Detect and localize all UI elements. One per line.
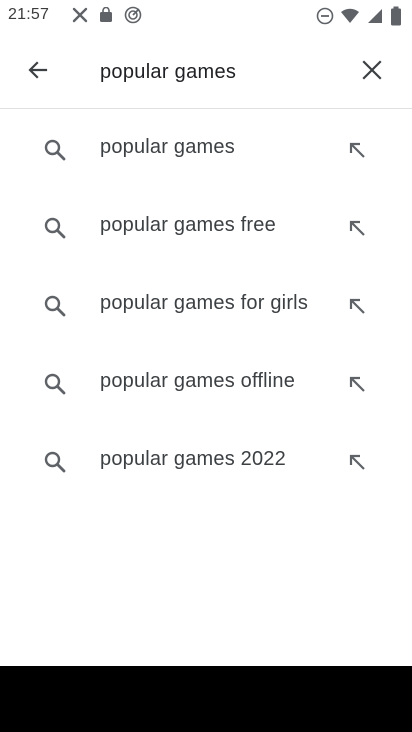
clear-search-button[interactable] <box>348 48 396 96</box>
search-bar <box>0 36 412 109</box>
system-navigation-bar <box>0 666 412 732</box>
suggestion-item[interactable]: popular games offline <box>0 344 412 422</box>
search-input[interactable] <box>100 54 340 90</box>
search-icon <box>42 293 68 319</box>
signal-radar-icon <box>124 6 142 24</box>
suggestion-text: popular games <box>100 136 235 158</box>
suggestion-item[interactable]: popular games free <box>0 188 412 266</box>
status-left-icons <box>72 6 142 24</box>
close-icon <box>361 59 383 86</box>
do-not-disturb-icon <box>316 7 334 25</box>
arrow-fill-query-icon[interactable] <box>344 449 370 475</box>
status-bar: 21:57 <box>0 0 412 32</box>
search-screen: 21:57 popular games popular games popula… <box>0 0 412 732</box>
suggestion-item[interactable]: popular games for girls <box>0 266 412 344</box>
cellular-icon <box>366 7 384 25</box>
search-icon <box>42 449 68 475</box>
suggestion-item[interactable]: popular games <box>0 110 412 188</box>
x-notification-icon <box>72 7 88 23</box>
suggestion-list: popular games popular games free popular… <box>0 110 412 500</box>
shopping-bag-icon <box>98 7 114 23</box>
suggestion-text: popular games free <box>100 214 276 236</box>
arrow-fill-query-icon[interactable] <box>344 215 370 241</box>
search-icon <box>42 215 68 241</box>
back-button[interactable] <box>14 48 62 96</box>
suggestion-text: popular games for girls <box>100 292 309 314</box>
search-icon <box>42 137 68 163</box>
suggestion-text: popular games offline <box>100 370 296 392</box>
status-right-icons <box>316 6 402 26</box>
arrow-fill-query-icon[interactable] <box>344 371 370 397</box>
search-icon <box>42 371 68 397</box>
suggestion-item[interactable]: popular games 2022 <box>0 422 412 500</box>
battery-icon <box>390 6 402 26</box>
suggestion-text: popular games 2022 <box>100 448 286 470</box>
wifi-icon <box>340 7 360 25</box>
arrow-fill-query-icon[interactable] <box>344 293 370 319</box>
status-time: 21:57 <box>8 6 50 23</box>
arrow-fill-query-icon[interactable] <box>344 137 370 163</box>
arrow-back-icon <box>26 58 50 87</box>
